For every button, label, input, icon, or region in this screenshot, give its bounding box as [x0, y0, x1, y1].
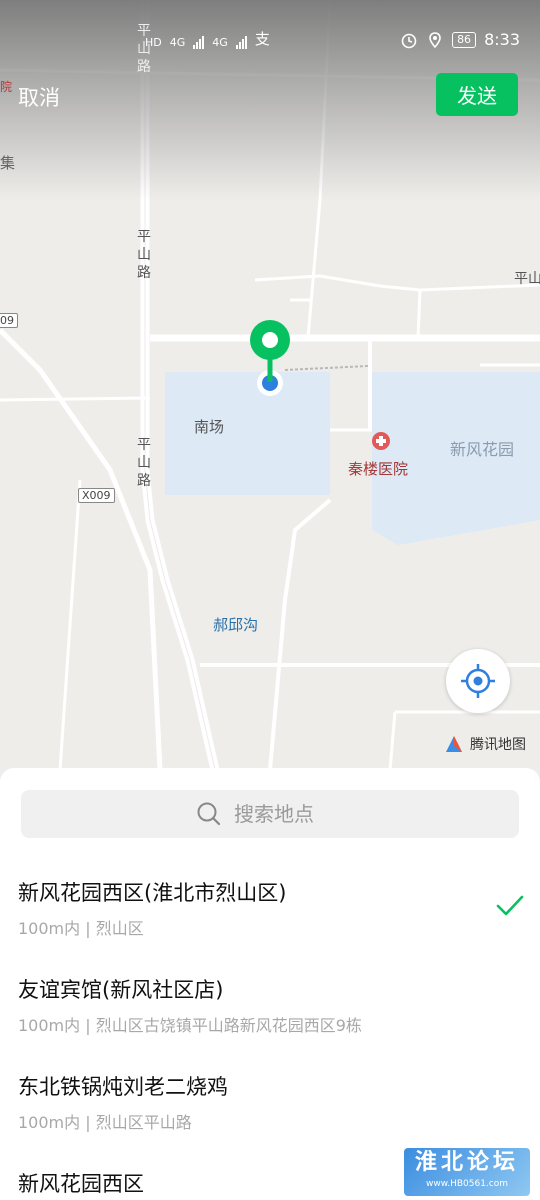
pay-icon: 支 — [254, 30, 270, 48]
place-name: 新风花园西区(淮北市烈山区) — [18, 881, 287, 905]
place-address: 100m内 | 烈山区 — [18, 919, 144, 938]
poi-label-hospital: 秦楼医院 — [348, 460, 409, 478]
place-address: 100m内 | 烈山区平山路 — [18, 1113, 192, 1132]
signal-bars-1-icon — [193, 35, 205, 49]
poi-label-gou: 郝邱沟 — [213, 616, 259, 634]
road-badge-edge: 09 — [0, 313, 18, 328]
road-badge-x009: X009 — [78, 488, 115, 503]
location-icon — [429, 31, 441, 48]
status-right: 86 8:33 — [400, 30, 520, 49]
battery-indicator: 86 — [452, 31, 477, 48]
place-item[interactable]: 东北铁锅炖刘老二烧鸡 100m内 | 烈山区平山路 — [0, 1057, 540, 1154]
hospital-icon — [372, 432, 390, 450]
status-time: 8:33 — [484, 30, 520, 49]
map-view[interactable]: 平山路 平山路 平山 X009 09 集 南场 秦楼医院 新风花园 郝邱沟 平山… — [0, 0, 540, 770]
forum-watermark-logo: 淮北论坛 www.HB0561.com — [404, 1148, 530, 1196]
place-item[interactable]: 友谊宾馆(新风社区店) 100m内 | 烈山区古饶镇平山路新风花园西区9栋 — [0, 960, 540, 1057]
place-name: 新风花园西区 — [18, 1172, 144, 1196]
place-picker-sheet: 新风花园西区(淮北市烈山区) 100m内 | 烈山区 友谊宾馆(新风社区店) 1… — [0, 768, 540, 1200]
cancel-button[interactable]: 取消 — [18, 82, 60, 112]
search-icon — [197, 802, 221, 826]
signal-label-2: 4G — [212, 36, 228, 49]
recenter-location-button[interactable] — [446, 649, 510, 713]
hd-badge-1: HD — [145, 36, 162, 49]
poi-label-garden: 新风花园 — [450, 440, 515, 459]
road-label-pingshan-mid: 平山路 — [137, 229, 151, 281]
place-item[interactable]: 新风花园西区(淮北市烈山区) 100m内 | 烈山区 — [0, 863, 540, 960]
status-bar: HD 4G 4G 支 86 8:33 — [0, 0, 540, 80]
watermark-title: 淮北论坛 — [414, 1150, 519, 1175]
road-label-right: 平山 — [514, 271, 540, 287]
location-pin-icon — [250, 320, 290, 396]
search-bar[interactable] — [21, 790, 519, 838]
crosshair-icon — [461, 664, 495, 698]
map-label-edge-top: 院 — [0, 80, 13, 94]
road-label-pingshan-low: 平山路 — [137, 437, 151, 489]
search-input[interactable] — [234, 802, 344, 826]
place-name: 友谊宾馆(新风社区店) — [18, 978, 224, 1002]
map-provider-label: 腾讯地图 — [470, 737, 526, 753]
tencent-map-logo-icon — [446, 736, 462, 752]
signal-bars-2-icon — [235, 35, 247, 49]
poi-label-nanchang: 南场 — [194, 418, 225, 436]
signal-label-1: 4G — [169, 36, 186, 49]
place-name: 东北铁锅炖刘老二烧鸡 — [18, 1075, 228, 1099]
send-button[interactable]: 发送 — [436, 73, 518, 116]
alarm-icon — [401, 33, 417, 48]
watermark-url: www.HB0561.com — [425, 1179, 509, 1189]
status-signals: HD 4G 4G 支 — [145, 28, 270, 49]
map-provider-logo: 腾讯地图 — [444, 734, 526, 754]
checkmark-icon — [496, 895, 524, 916]
place-address: 100m内 | 烈山区古饶镇平山路新风花园西区9栋 — [18, 1016, 362, 1035]
